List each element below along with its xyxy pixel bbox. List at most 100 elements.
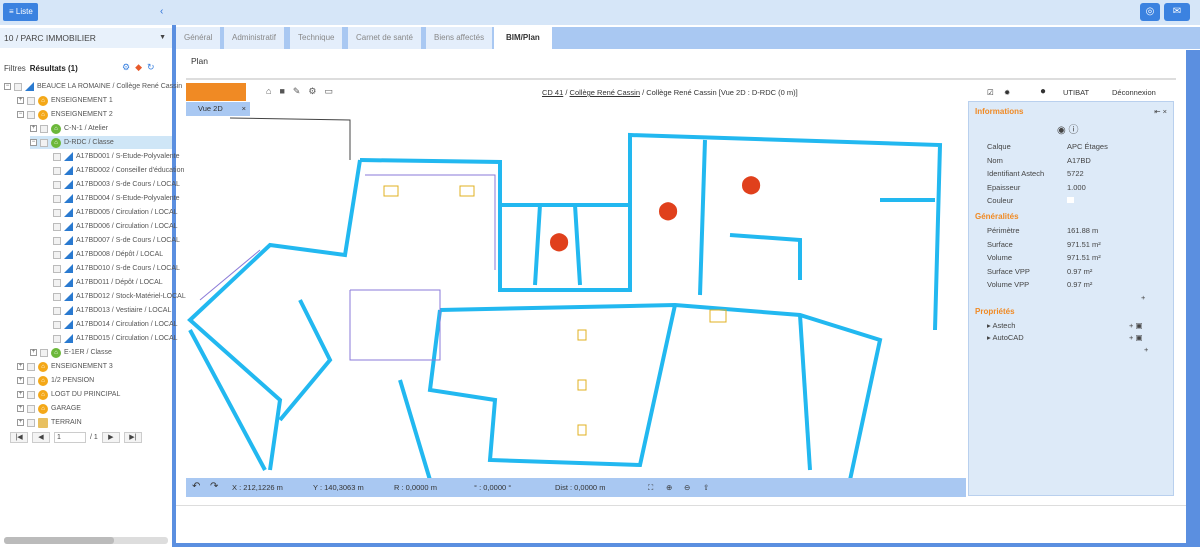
expand-toggle[interactable]: − bbox=[30, 139, 37, 146]
expand-toggle[interactable]: + bbox=[30, 349, 37, 356]
tree-node[interactable]: A17BD001 / S-Etude-Polyvalente bbox=[43, 150, 180, 163]
add-edit-icon[interactable]: + ▣ bbox=[1129, 321, 1143, 330]
expand-toggle[interactable]: + bbox=[17, 419, 24, 426]
file-icon[interactable]: ■ bbox=[279, 86, 292, 96]
redo-icon[interactable]: ↷ bbox=[210, 481, 218, 492]
tree-node[interactable]: + ⌂ C-N-1 / Atelier bbox=[30, 122, 108, 135]
checkbox[interactable] bbox=[27, 96, 35, 105]
zoom-out-icon[interactable]: ⊖ bbox=[684, 483, 690, 492]
tree-node[interactable]: A17BD011 / Dépôt / LOCAL bbox=[43, 276, 163, 289]
refresh-icon[interactable]: ↻ bbox=[147, 62, 155, 72]
tab-carnet-de-sante[interactable]: Carnet de santé bbox=[348, 27, 421, 49]
settings-icon[interactable]: ⚙ bbox=[308, 86, 324, 96]
pencil-icon[interactable]: ✎ bbox=[293, 86, 309, 96]
tree-node[interactable]: A17BD002 / Conseiller d'éducation bbox=[43, 164, 184, 177]
prop-astech[interactable]: ▸ Astech bbox=[987, 321, 1015, 330]
horizontal-scrollbar[interactable] bbox=[4, 537, 168, 544]
tree-node[interactable]: A17BD006 / Circulation / LOCAL bbox=[43, 220, 178, 233]
checkbox[interactable] bbox=[53, 306, 61, 315]
page-input[interactable]: 1 bbox=[54, 432, 86, 443]
checkbox[interactable] bbox=[27, 404, 35, 413]
tree-node[interactable]: + TERRAIN bbox=[17, 416, 82, 429]
zoom-in-icon[interactable]: ⊕ bbox=[666, 483, 672, 492]
close-icon[interactable]: × bbox=[242, 102, 246, 116]
tab-general[interactable]: Général bbox=[176, 27, 221, 49]
eye-icon[interactable]: ◉ ⓘ bbox=[1057, 121, 1079, 136]
collapse-sidebar-icon[interactable]: ‹ bbox=[160, 6, 163, 17]
alert-marker-icon[interactable]: ⬤ bbox=[741, 174, 761, 195]
checkbox[interactable] bbox=[27, 362, 35, 371]
checkbox[interactable] bbox=[53, 152, 61, 161]
results-tab[interactable]: Résultats (1) bbox=[30, 64, 78, 73]
scope-select[interactable]: 10 / PARC IMMOBILIER ▼ bbox=[0, 28, 172, 48]
next-page-button[interactable]: ▶ bbox=[101, 432, 120, 443]
tab-technique[interactable]: Technique bbox=[290, 27, 343, 49]
checkbox[interactable] bbox=[40, 124, 48, 133]
tree-node[interactable]: + ⌂ LOGT DU PRINCIPAL bbox=[17, 388, 120, 401]
tree-node[interactable]: A17BD010 / S-de Cours / LOCAL bbox=[43, 262, 180, 275]
first-page-button[interactable]: |◀ bbox=[10, 432, 28, 443]
checkbox[interactable] bbox=[27, 376, 35, 385]
checkbox[interactable] bbox=[27, 390, 35, 399]
checkbox[interactable] bbox=[40, 348, 48, 357]
alert-marker-icon[interactable]: ⬤ bbox=[549, 231, 569, 252]
expand-toggle[interactable]: + bbox=[17, 97, 24, 104]
checkbox[interactable] bbox=[14, 82, 22, 91]
tree-node[interactable]: + ⌂ GARAGE bbox=[17, 402, 81, 415]
filters-link[interactable]: Filtres bbox=[4, 64, 26, 73]
export-icon[interactable]: ⇧ bbox=[703, 483, 709, 492]
checkbox[interactable] bbox=[53, 292, 61, 301]
expand-toggle[interactable]: + bbox=[17, 377, 24, 384]
tree-node[interactable]: A17BD004 / S-Etude-Polyvalente bbox=[43, 192, 180, 205]
expand-toggle[interactable]: + bbox=[17, 405, 24, 412]
tree-node[interactable]: + ⌂ ENSEIGNEMENT 3 bbox=[17, 360, 113, 373]
add-icon[interactable]: + bbox=[1144, 345, 1148, 354]
floor-plan-canvas[interactable]: ⬤ ⬤ ⬤ bbox=[186, 83, 966, 497]
tree-node[interactable]: A17BD015 / Circulation / LOCAL bbox=[43, 332, 178, 345]
sun-icon[interactable]: ✹ bbox=[1004, 88, 1010, 97]
expand-toggle[interactable]: + bbox=[30, 125, 37, 132]
last-page-button[interactable]: ▶| bbox=[123, 432, 142, 443]
logout-link[interactable]: Déconnexion bbox=[1112, 88, 1156, 97]
add-edit-icon[interactable]: + ▣ bbox=[1129, 333, 1143, 342]
checkbox[interactable] bbox=[53, 278, 61, 287]
expand-toggle[interactable]: − bbox=[17, 111, 24, 118]
tree-node[interactable]: + ⌂ ENSEIGNEMENT 1 bbox=[17, 94, 113, 107]
prop-autocad[interactable]: ▸ AutoCAD bbox=[987, 333, 1024, 342]
tree-node[interactable]: A17BD014 / Circulation / LOCAL bbox=[43, 318, 178, 331]
tree-node[interactable]: + ⌂ 1/2 PENSION bbox=[17, 374, 94, 387]
checkbox[interactable] bbox=[53, 250, 61, 259]
sidebar-divider[interactable] bbox=[172, 25, 176, 547]
expand-toggle[interactable]: + bbox=[17, 391, 24, 398]
eraser-icon[interactable]: ◆ bbox=[135, 62, 142, 72]
tree-node[interactable]: A17BD008 / Dépôt / LOCAL bbox=[43, 248, 163, 261]
add-icon[interactable]: + bbox=[1141, 293, 1145, 302]
tree-node[interactable]: − ⌂ D-RDC / Classe bbox=[30, 136, 172, 149]
prev-page-button[interactable]: ◀ bbox=[32, 432, 50, 443]
tree-node[interactable]: A17BD003 / S-de Cours / LOCAL bbox=[43, 178, 180, 191]
monitor-icon[interactable]: ▭ bbox=[325, 86, 342, 96]
expand-toggle[interactable]: + bbox=[17, 363, 24, 370]
tree-node[interactable]: A17BD005 / Circulation / LOCAL bbox=[43, 206, 178, 219]
checkbox[interactable] bbox=[53, 222, 61, 231]
view-tab[interactable]: Vue 2D × bbox=[186, 102, 250, 116]
checkbox[interactable] bbox=[53, 166, 61, 175]
checkbox[interactable] bbox=[27, 418, 35, 427]
settings-icon[interactable]: ⚙ bbox=[122, 62, 130, 72]
tree-node[interactable]: A17BD007 / S-de Cours / LOCAL bbox=[43, 234, 180, 247]
alert-marker-icon[interactable]: ⬤ bbox=[658, 200, 678, 221]
checkbox[interactable] bbox=[40, 138, 48, 147]
undo-icon[interactable]: ↶ bbox=[192, 481, 200, 492]
checkbox[interactable] bbox=[53, 320, 61, 329]
breadcrumb-link[interactable]: Collège René Cassin bbox=[570, 88, 640, 97]
edit-icon[interactable]: ☑ bbox=[987, 88, 994, 97]
tree-node[interactable]: A17BD013 / Vestiaire / LOCAL bbox=[43, 304, 171, 317]
globe-icon[interactable]: ◎ bbox=[1140, 3, 1160, 21]
checkbox[interactable] bbox=[27, 110, 35, 119]
tree-node[interactable]: A17BD012 / Stock-Matériel-LOCAL bbox=[43, 290, 186, 303]
checkbox[interactable] bbox=[53, 264, 61, 273]
tab-bim-plan[interactable]: BIM/Plan bbox=[494, 27, 552, 49]
panel-close-icon[interactable]: ⇤ × bbox=[1154, 107, 1167, 116]
chat-icon[interactable]: ✉ bbox=[1164, 3, 1190, 21]
tree-node[interactable]: + ⌂ E-1ER / Classe bbox=[30, 346, 112, 359]
